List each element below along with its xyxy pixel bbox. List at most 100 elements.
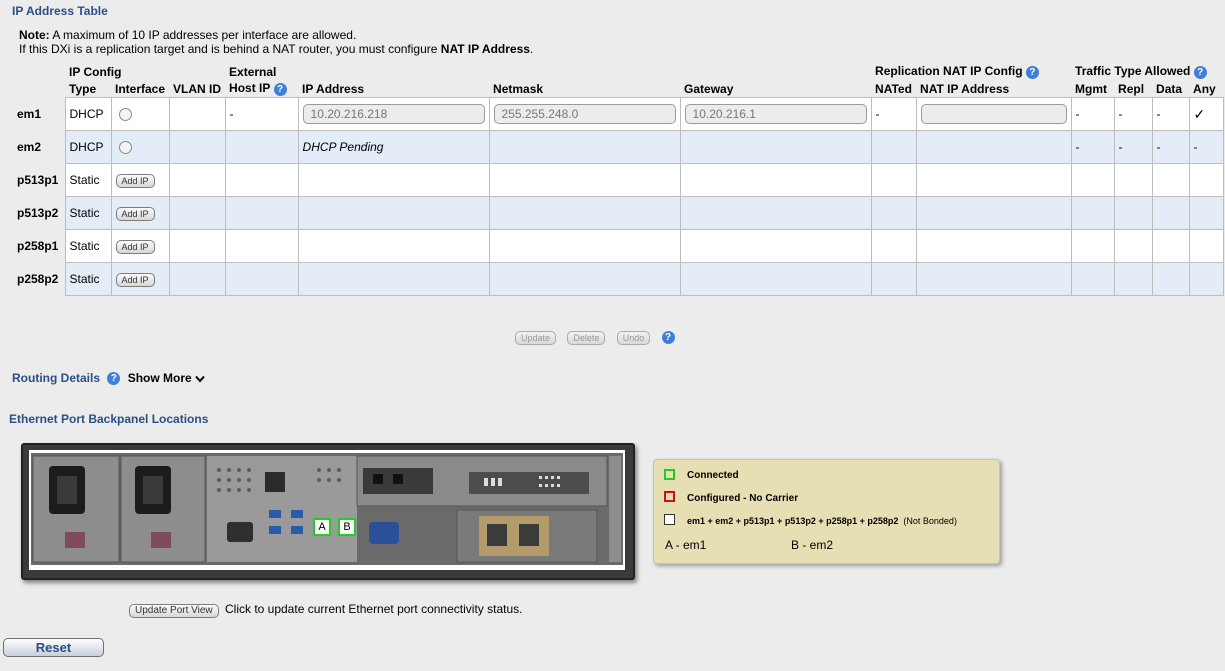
interface-name: p513p1	[17, 173, 59, 187]
undo-button[interactable]: Undo	[616, 331, 651, 345]
nated-cell	[870, 163, 917, 197]
gateway-cell: 10.20.216.1	[679, 97, 872, 131]
update-port-view-row: Update Port View Click to update current…	[129, 602, 522, 618]
any-cell	[1188, 163, 1224, 197]
host-ip-cell: -	[224, 97, 299, 131]
table-row[interactable]: p258p2 Static Add IP	[13, 262, 1224, 296]
no-carrier-swatch	[664, 491, 675, 502]
type-cell: Static	[64, 163, 112, 197]
interface-radio-cell	[110, 97, 170, 131]
mgmt-cell	[1070, 163, 1115, 197]
backpanel-title: Ethernet Port Backpanel Locations	[9, 412, 209, 426]
show-more-toggle[interactable]: Show More	[128, 371, 205, 385]
data-cell: -	[1151, 97, 1190, 131]
ip-cell	[297, 163, 490, 197]
any-cell	[1188, 262, 1224, 296]
col-any: Any	[1193, 81, 1216, 96]
routing-details-title: Routing Details	[12, 371, 101, 385]
update-button[interactable]: Update	[515, 331, 557, 345]
repl-cell	[1113, 196, 1153, 230]
type-cell: Static	[64, 229, 112, 263]
netmask-field[interactable]: 255.255.248.0	[493, 104, 676, 124]
vlan-cell	[168, 262, 226, 296]
chevron-down-icon	[195, 371, 205, 385]
backpanel-image: A B	[21, 443, 635, 580]
repl-cell	[1113, 262, 1153, 296]
col-host-ip-label: Host IP	[229, 81, 271, 96]
show-more-label: Show More	[127, 371, 192, 385]
help-icon[interactable]: ?	[107, 372, 121, 386]
any-cell	[1188, 229, 1224, 263]
header-replication-nat-label: Replication NAT IP Config	[875, 64, 1023, 79]
interface-radio-cell	[110, 130, 170, 164]
table-row[interactable]: em1 DHCP - 10.20.216.218 255.255.248.0 1…	[13, 97, 1224, 131]
help-icon[interactable]: ?	[1025, 65, 1039, 79]
nated-cell: -	[870, 97, 917, 131]
ip-table-title: IP Address Table	[12, 4, 108, 18]
gateway-cell	[679, 130, 872, 164]
nat-ip-cell	[915, 262, 1072, 296]
header-external: External	[229, 64, 277, 79]
nat-ip-field[interactable]	[920, 104, 1067, 124]
header-replication-nat: Replication NAT IP Config ?	[871, 63, 1071, 80]
col-nated: NATed	[875, 81, 912, 96]
add-ip-cell: Add IP	[110, 262, 170, 296]
ip-status-cell: DHCP Pending	[297, 130, 490, 164]
table-row[interactable]: p513p1 Static Add IP	[13, 163, 1224, 197]
port-legend: Connected Configured - No Carrier em1 + …	[653, 459, 1000, 564]
legend-connected: Connected	[687, 470, 739, 481]
delete-button[interactable]: Delete	[567, 331, 606, 345]
nated-cell	[870, 196, 917, 230]
table-row[interactable]: p258p1 Static Add IP	[13, 229, 1224, 263]
port-a-marker[interactable]: A	[313, 518, 331, 536]
add-ip-cell: Add IP	[110, 196, 170, 230]
port-b-marker[interactable]: B	[338, 518, 356, 536]
legend-not-bonded: (Not Bonded)	[903, 516, 957, 526]
netmask-cell	[488, 130, 681, 164]
any-cell	[1188, 196, 1224, 230]
type-cell: Static	[64, 196, 112, 230]
col-mgmt: Mgmt	[1075, 81, 1108, 96]
gateway-field[interactable]: 10.20.216.1	[684, 104, 867, 124]
help-icon[interactable]: ?	[661, 331, 675, 345]
host-ip-cell	[224, 262, 299, 296]
table-row[interactable]: em2 DHCP DHCP Pending - - - -	[13, 130, 1224, 164]
update-port-view-button[interactable]: Update Port View	[129, 604, 219, 618]
help-icon[interactable]: ?	[1193, 65, 1207, 79]
routing-details: Routing Details ? Show More	[12, 371, 205, 386]
note-period: .	[529, 42, 534, 56]
any-cell: ✓	[1188, 97, 1224, 131]
note-line-1: A maximum of 10 IP addresses per interfa…	[49, 28, 357, 42]
nated-cell	[870, 130, 917, 164]
interface-name: em1	[17, 107, 42, 121]
radio-icon[interactable]	[118, 108, 132, 122]
note-nat-ip: NAT IP Address	[440, 42, 530, 56]
ip-cell	[297, 262, 490, 296]
host-ip-cell	[224, 163, 299, 197]
netmask-cell	[488, 262, 681, 296]
help-icon[interactable]: ?	[273, 82, 287, 96]
gateway-cell	[679, 196, 872, 230]
add-ip-button[interactable]: Add IP	[115, 206, 155, 221]
host-ip-cell	[224, 229, 299, 263]
repl-cell	[1113, 229, 1153, 263]
add-ip-button[interactable]: Add IP	[115, 272, 155, 287]
connected-swatch	[664, 469, 675, 480]
vlan-cell	[168, 196, 226, 230]
type-cell: DHCP	[64, 130, 112, 164]
note-line-2: If this DXi is a replication target and …	[19, 42, 441, 56]
col-vlan-id: VLAN ID	[173, 81, 222, 96]
col-nat-ip: NAT IP Address	[920, 81, 1010, 96]
add-ip-button[interactable]: Add IP	[115, 173, 155, 188]
table-row[interactable]: p513p2 Static Add IP	[13, 196, 1224, 230]
type-cell: DHCP	[64, 97, 112, 131]
ip-address-field[interactable]: 10.20.216.218	[302, 104, 485, 124]
radio-icon[interactable]	[118, 141, 132, 155]
netmask-cell	[488, 163, 681, 197]
legend-ports-list: em1 + em2 + p513p1 + p513p2 + p258p1 + p…	[687, 516, 899, 526]
add-ip-button[interactable]: Add IP	[115, 239, 155, 254]
reset-button[interactable]: Reset	[3, 638, 104, 657]
gateway-cell	[679, 262, 872, 296]
mgmt-cell	[1070, 196, 1115, 230]
bond-checkbox[interactable]	[664, 514, 675, 525]
